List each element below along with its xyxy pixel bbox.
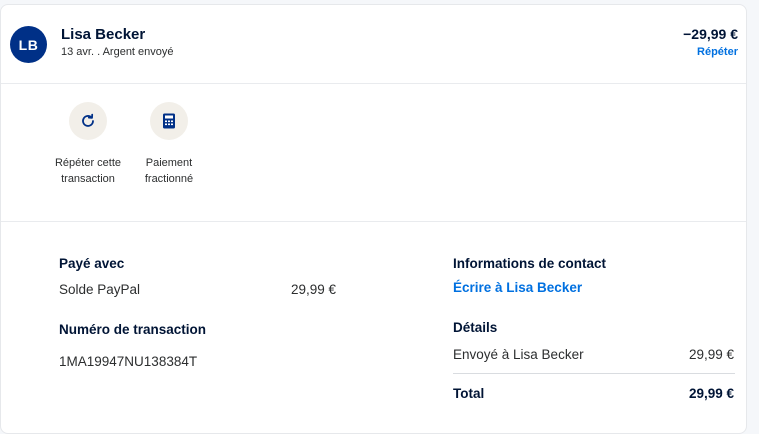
transaction-number-title: Numéro de transaction xyxy=(59,322,207,337)
transaction-id: 1MA19947NU138384T xyxy=(59,354,198,369)
repeat-transaction-button[interactable]: Répéter cette transaction xyxy=(53,102,123,187)
details-row-amount: 29,99 € xyxy=(688,347,734,362)
transaction-card: LB Lisa Becker 13 avr. . Argent envoyé −… xyxy=(0,4,747,434)
transaction-details: Payé avec Solde PayPal 29,99 € Numéro de… xyxy=(1,221,746,421)
total-label: Total xyxy=(453,386,485,401)
repeat-link[interactable]: Répéter xyxy=(697,46,738,58)
details-divider xyxy=(453,373,735,374)
quick-actions: Répéter cette transaction Paiement fract… xyxy=(1,83,746,222)
payment-method-amount: 29,99 € xyxy=(291,282,337,297)
contact-info-title: Informations de contact xyxy=(453,256,607,271)
calculator-icon xyxy=(150,102,188,140)
split-payment-label: Paiement fractionné xyxy=(144,157,194,185)
split-payment-button[interactable]: Paiement fractionné xyxy=(134,102,204,187)
avatar: LB xyxy=(10,26,47,63)
details-row-label: Envoyé à Lisa Becker xyxy=(453,347,584,362)
transaction-subline: 13 avr. . Argent envoyé xyxy=(61,46,174,58)
transaction-amount: −29,99 € xyxy=(683,26,738,42)
payment-method: Solde PayPal xyxy=(59,282,141,297)
paid-with-title: Payé avec xyxy=(59,256,125,271)
recipient-name: Lisa Becker xyxy=(61,26,146,43)
details-title: Détails xyxy=(453,320,498,335)
write-to-contact-link[interactable]: Écrire à Lisa Becker xyxy=(453,280,582,295)
transaction-header: LB Lisa Becker 13 avr. . Argent envoyé −… xyxy=(1,5,746,84)
refresh-icon xyxy=(69,102,107,140)
repeat-transaction-label: Répéter cette transaction xyxy=(54,157,122,185)
total-amount: 29,99 € xyxy=(688,386,734,401)
